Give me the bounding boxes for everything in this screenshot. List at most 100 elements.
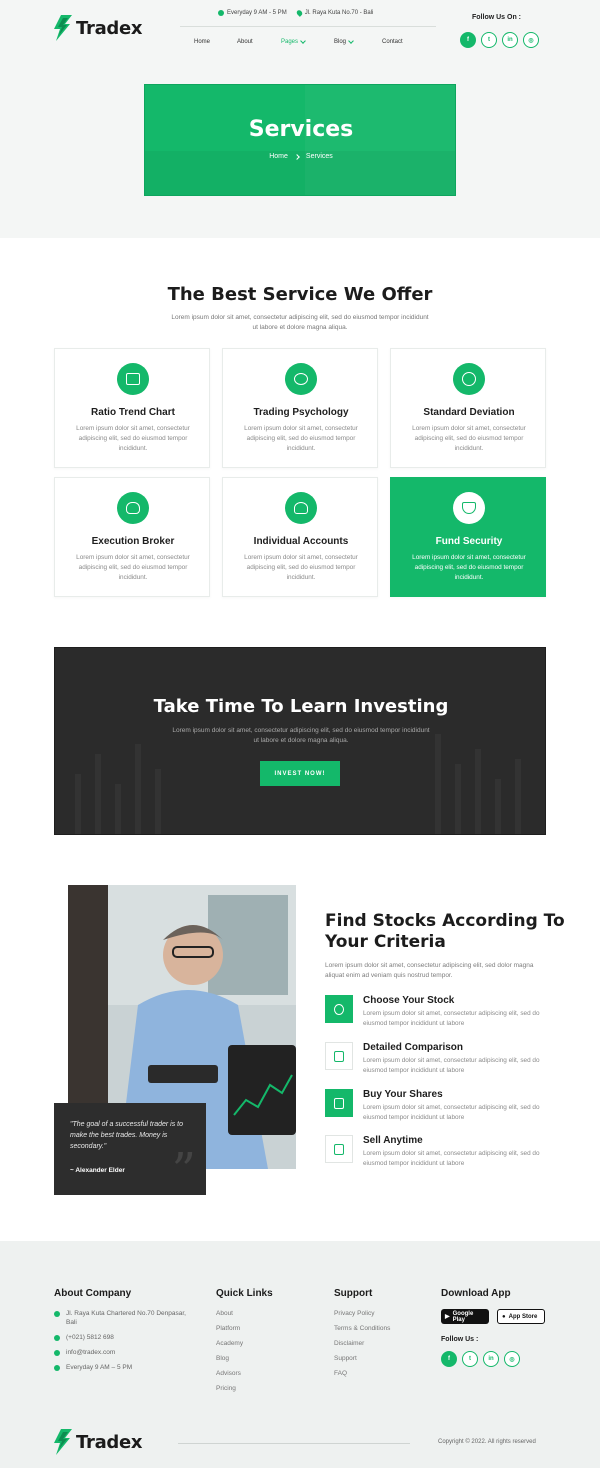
feature-item: Choose Your Stock Lorem ipsum dolor sit … [325, 995, 547, 1035]
linkedin-icon[interactable]: in [483, 1351, 499, 1367]
footer-about: About Company Jl. Raya Kuta Chartered No… [54, 1288, 194, 1378]
footer-support-title: Support [334, 1288, 373, 1299]
play-icon: ▶ [445, 1314, 450, 1320]
footer-hours: Everyday 9 AM – 5 PM [66, 1364, 133, 1371]
footer-link[interactable]: Disclaimer [334, 1339, 390, 1354]
nav-home-label: Home [194, 39, 211, 45]
clock-icon [54, 1365, 60, 1371]
brand-logo[interactable]: Tradex [54, 15, 143, 41]
linkedin-icon[interactable]: in [502, 32, 518, 48]
service-card-active[interactable]: Fund Security Lorem ipsum dolor sit amet… [390, 477, 546, 597]
quote-mark-icon: ” [171, 1143, 196, 1199]
twitter-icon[interactable]: t [481, 32, 497, 48]
logo-mark-icon [54, 1429, 72, 1455]
feature-item: Buy Your Shares Lorem ipsum dolor sit am… [325, 1089, 547, 1129]
main-nav: Home About Pages Blog Contact [194, 38, 403, 45]
cta-banner: Take Time To Learn Investing Lorem ipsum… [54, 647, 546, 835]
footer-socials: f t in ◎ [441, 1351, 545, 1367]
feature-item: Sell Anytime Lorem ipsum dolor sit amet,… [325, 1135, 547, 1175]
nav-home[interactable]: Home [194, 39, 237, 45]
invest-now-button[interactable]: INVEST NOW! [260, 761, 340, 786]
service-card-text: Lorem ipsum dolor sit amet, consectetur … [412, 554, 526, 581]
service-card-text: Lorem ipsum dolor sit amet, consectetur … [244, 554, 358, 581]
footer-app-title: Download App [441, 1288, 511, 1299]
footer-quick-title: Quick Links [216, 1288, 273, 1299]
header-divider [180, 26, 436, 27]
google-play-badge[interactable]: ▶ Google Play [441, 1309, 489, 1324]
chevron-down-icon [300, 38, 306, 44]
footer-email[interactable]: info@tradex.com [66, 1348, 115, 1357]
nav-contact-label: Contact [382, 39, 403, 45]
service-card-title: Execution Broker [91, 536, 175, 547]
nav-pages-label: Pages [281, 39, 299, 45]
footer-link[interactable]: Pricing [216, 1384, 273, 1399]
service-card-title: Individual Accounts [253, 536, 349, 547]
feature-text: Lorem ipsum dolor sit amet, consectetur … [363, 1150, 540, 1167]
service-card[interactable]: Ratio Trend Chart Lorem ipsum dolor sit … [54, 348, 210, 468]
buy-shares-icon [325, 1089, 353, 1117]
services-subtitle: Lorem ipsum dolor sit amet, consectetur … [171, 314, 429, 331]
facebook-icon[interactable]: f [441, 1351, 457, 1367]
footer-link[interactable]: Terms & Conditions [334, 1324, 390, 1339]
service-card-text: Lorem ipsum dolor sit amet, consectetur … [76, 425, 190, 452]
footer-link[interactable]: About [216, 1309, 273, 1324]
money-bag-icon [117, 492, 149, 524]
footer-address: Jl. Raya Kuta Chartered No.70 Denpasar, … [66, 1310, 186, 1326]
page-title: Services [248, 117, 354, 142]
nav-contact[interactable]: Contact [382, 39, 403, 45]
top-info: Everyday 9 AM - 5 PM Jl. Raya Kuta No.70… [218, 9, 373, 17]
footer-about-title: About Company [54, 1288, 132, 1299]
footer-support: Support Privacy Policy Terms & Condition… [334, 1288, 390, 1384]
chevron-down-icon [348, 38, 354, 44]
footer-app: Download App ▶ Google Play ● App Store Fol… [441, 1288, 545, 1367]
service-card-text: Lorem ipsum dolor sit amet, consectetur … [76, 554, 190, 581]
service-card-text: Lorem ipsum dolor sit amet, consectetur … [244, 425, 358, 452]
footer-link[interactable]: Advisors [216, 1369, 273, 1384]
top-hours: Everyday 9 AM - 5 PM [227, 10, 287, 16]
feature-text: Lorem ipsum dolor sit amet, consectetur … [363, 1057, 540, 1074]
footer-link[interactable]: FAQ [334, 1369, 390, 1384]
cta-title: Take Time To Learn Investing [153, 696, 449, 717]
service-card-text: Lorem ipsum dolor sit amet, consectetur … [412, 425, 526, 452]
footer-phone[interactable]: (+021) 5812 698 [66, 1333, 114, 1342]
apple-icon: ● [502, 1313, 506, 1320]
service-card[interactable]: Standard Deviation Lorem ipsum dolor sit… [390, 348, 546, 468]
brain-gear-icon [285, 363, 317, 395]
footer-link[interactable]: Blog [216, 1354, 273, 1369]
footer-link[interactable]: Platform [216, 1324, 273, 1339]
services-title: The Best Service We Offer [167, 284, 433, 305]
service-card-title: Trading Psychology [253, 407, 349, 418]
footer-link[interactable]: Academy [216, 1339, 273, 1354]
search-dollar-icon [325, 995, 353, 1023]
breadcrumb: Home Services [145, 153, 455, 160]
service-card-title: Ratio Trend Chart [91, 407, 175, 418]
instagram-icon[interactable]: ◎ [523, 32, 539, 48]
service-card[interactable]: Individual Accounts Lorem ipsum dolor si… [222, 477, 378, 597]
document-icon [325, 1135, 353, 1163]
service-card[interactable]: Trading Psychology Lorem ipsum dolor sit… [222, 348, 378, 468]
nav-blog[interactable]: Blog [334, 38, 382, 45]
app-store-badge[interactable]: ● App Store [497, 1309, 545, 1324]
facebook-icon[interactable]: f [460, 32, 476, 48]
shield-icon [453, 492, 485, 524]
nav-pages[interactable]: Pages [281, 38, 334, 45]
footer-link[interactable]: Privacy Policy [334, 1309, 390, 1324]
breadcrumb-home[interactable]: Home [269, 153, 288, 160]
breadcrumb-current: Services [305, 153, 333, 160]
quote-author: ~ Alexander Elder [70, 1167, 125, 1174]
feature-title: Detailed Comparison [363, 1042, 464, 1053]
logo-mark-icon [54, 15, 72, 41]
feature-title: Choose Your Stock [363, 995, 455, 1006]
user-icon [285, 492, 317, 524]
twitter-icon[interactable]: t [462, 1351, 478, 1367]
instagram-icon[interactable]: ◎ [504, 1351, 520, 1367]
app-store-label: App Store [508, 1313, 538, 1320]
footer-link[interactable]: Support [334, 1354, 390, 1369]
footer: About Company Jl. Raya Kuta Chartered No… [0, 1241, 600, 1468]
location-pin-icon [295, 9, 304, 17]
service-card-title: Fund Security [435, 536, 503, 547]
service-card[interactable]: Execution Broker Lorem ipsum dolor sit a… [54, 477, 210, 597]
google-play-label: Google Play [452, 1310, 474, 1323]
footer-logo[interactable]: Tradex [54, 1429, 143, 1455]
nav-about[interactable]: About [237, 39, 281, 45]
